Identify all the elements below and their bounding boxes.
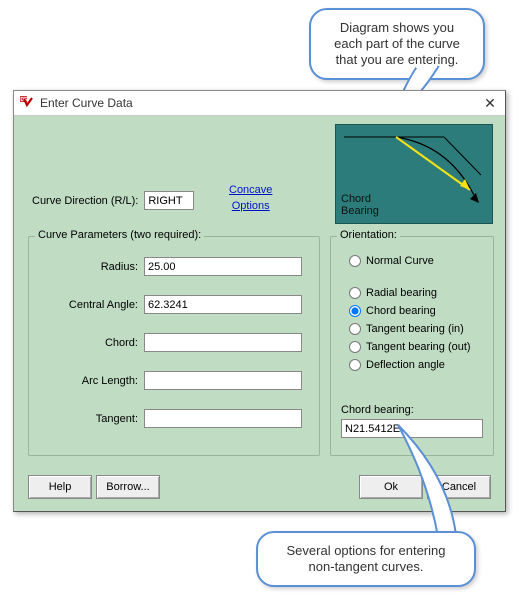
callout-diagram-text: Diagram shows you each part of the curve… bbox=[334, 20, 460, 67]
radio-chord-bearing[interactable]: Chord bearing bbox=[349, 305, 436, 317]
central-angle-label: Central Angle: bbox=[29, 299, 144, 311]
radius-input[interactable] bbox=[144, 257, 302, 276]
chord-label: Chord: bbox=[29, 337, 144, 349]
curve-parameters-group: Curve Parameters (two required): Radius:… bbox=[28, 236, 320, 456]
orientation-title: Orientation: bbox=[337, 229, 400, 241]
options-link[interactable]: Options bbox=[232, 198, 270, 214]
borrow-button[interactable]: Borrow... bbox=[96, 475, 160, 499]
tangent-row: Tangent: bbox=[29, 409, 319, 428]
central-angle-row: Central Angle: bbox=[29, 295, 319, 314]
radio-deflection-angle-input[interactable] bbox=[349, 359, 361, 371]
curve-parameters-title: Curve Parameters (two required): bbox=[35, 229, 204, 241]
callout-orientation: Several options for entering non-tangent… bbox=[256, 531, 476, 587]
diagram-label: Chord Bearing bbox=[341, 193, 379, 217]
radio-tangent-out[interactable]: Tangent bearing (out) bbox=[349, 341, 471, 353]
tangent-input[interactable] bbox=[144, 409, 302, 428]
bearing-field-label: Chord bearing: bbox=[341, 404, 414, 416]
radio-tangent-in[interactable]: Tangent bearing (in) bbox=[349, 323, 464, 335]
window-title: Enter Curve Data bbox=[40, 96, 480, 110]
app-icon: DE bbox=[19, 95, 35, 111]
curve-direction-label: Curve Direction (R/L): bbox=[32, 195, 138, 207]
help-button[interactable]: Help bbox=[28, 475, 92, 499]
radio-tangent-out-input[interactable] bbox=[349, 341, 361, 353]
orientation-group: Orientation: Normal Curve Radial bearing… bbox=[330, 236, 494, 456]
curve-direction-row: Curve Direction (R/L): bbox=[32, 191, 194, 210]
arc-length-label: Arc Length: bbox=[29, 375, 144, 387]
radio-radial-bearing-input[interactable] bbox=[349, 287, 361, 299]
curve-direction-input[interactable] bbox=[144, 191, 194, 210]
chord-row: Chord: bbox=[29, 333, 319, 352]
callout-tail-bottom bbox=[398, 425, 468, 540]
arc-length-input[interactable] bbox=[144, 371, 302, 390]
curve-diagram: Chord Bearing bbox=[335, 124, 493, 224]
radio-deflection-angle[interactable]: Deflection angle bbox=[349, 359, 445, 371]
radio-radial-bearing[interactable]: Radial bearing bbox=[349, 287, 437, 299]
concave-link[interactable]: Concave bbox=[229, 182, 272, 198]
radio-tangent-in-input[interactable] bbox=[349, 323, 361, 335]
close-button[interactable]: ✕ bbox=[480, 94, 500, 112]
links-column: Concave Options bbox=[229, 182, 272, 214]
radio-normal-curve[interactable]: Normal Curve bbox=[349, 255, 434, 267]
central-angle-input[interactable] bbox=[144, 295, 302, 314]
arc-length-row: Arc Length: bbox=[29, 371, 319, 390]
radius-row: Radius: bbox=[29, 257, 319, 276]
tangent-label: Tangent: bbox=[29, 413, 144, 425]
callout-orientation-text: Several options for entering non-tangent… bbox=[287, 543, 446, 574]
radius-label: Radius: bbox=[29, 261, 144, 273]
chord-input[interactable] bbox=[144, 333, 302, 352]
radio-normal-curve-input[interactable] bbox=[349, 255, 361, 267]
title-bar: DE Enter Curve Data ✕ bbox=[14, 91, 505, 116]
radio-chord-bearing-input[interactable] bbox=[349, 305, 361, 317]
